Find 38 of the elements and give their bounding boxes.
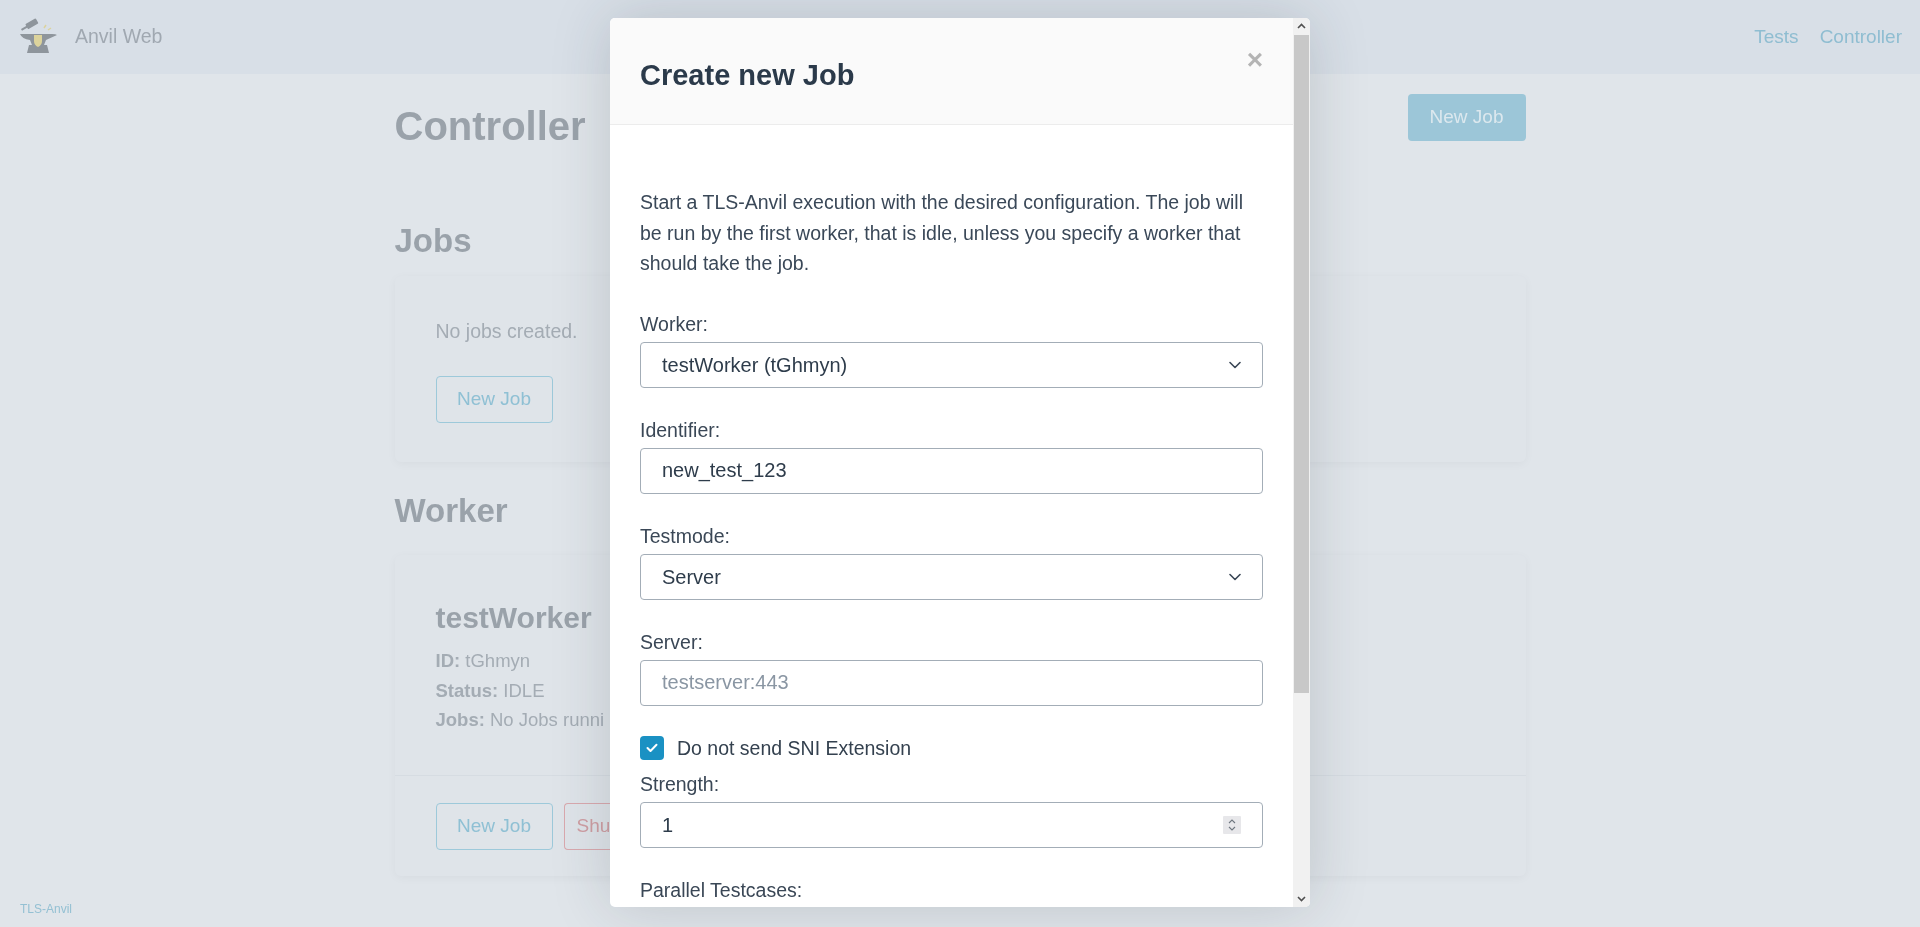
select-field[interactable]: testWorker (tGhmyn) xyxy=(640,341,1263,388)
page-title: Controller xyxy=(394,104,586,148)
modal-title: Create new Job xyxy=(640,58,855,92)
close-button[interactable]: × xyxy=(1246,46,1263,74)
text-input[interactable]: testserver:443 xyxy=(640,659,1263,706)
field-label: Parallel Testcases: xyxy=(640,877,803,902)
checkmark-icon xyxy=(646,742,658,753)
nav-link[interactable]: Controller xyxy=(1819,22,1902,52)
checkbox[interactable] xyxy=(640,735,664,760)
footer-text: TLS-Anvil xyxy=(20,901,72,917)
modal-description: Start a TLS-Anvil execution with the desired configuration. The job will be run by the first worker, that is idle, unless you specify a worker that should take the job. xyxy=(640,190,1244,276)
text-input[interactable]: new_test_123 xyxy=(640,447,1263,494)
new-job-button[interactable]: New Job xyxy=(435,376,553,423)
field-label: Server: xyxy=(640,629,703,654)
field-label: Worker: xyxy=(640,311,708,336)
brand-name[interactable]: Anvil Web xyxy=(75,22,163,52)
field-label: Testmode: xyxy=(640,523,730,548)
worker-detail: Jobs: No Jobs runni xyxy=(435,708,605,732)
new-job-button[interactable]: New Job xyxy=(1407,94,1526,141)
nav-link[interactable]: Tests xyxy=(1754,22,1799,52)
field-label: Identifier: xyxy=(640,417,721,442)
checkbox-label[interactable]: Do not send SNI Extension xyxy=(677,735,912,760)
chevron-down-icon xyxy=(1229,360,1241,369)
anvil-logo-icon xyxy=(18,18,58,56)
worker-name: testWorker xyxy=(435,600,592,636)
section-heading: Worker xyxy=(394,493,508,529)
worker-detail: ID: tGhmyn xyxy=(435,649,531,673)
number-input[interactable]: 1 xyxy=(640,801,1263,848)
section-heading: Jobs xyxy=(394,223,472,259)
worker-detail: Status: IDLE xyxy=(435,678,545,703)
new-job-button[interactable]: New Job xyxy=(435,802,553,850)
scrollbar-track[interactable] xyxy=(1293,18,1310,907)
empty-message: No jobs created. xyxy=(435,319,578,344)
scrollbar-thumb[interactable] xyxy=(1294,35,1309,693)
chevron-down-icon xyxy=(1229,572,1241,581)
field-label: Strength: xyxy=(640,771,720,796)
spinner-icon[interactable] xyxy=(1223,815,1241,834)
select-field[interactable]: Server xyxy=(640,553,1263,600)
